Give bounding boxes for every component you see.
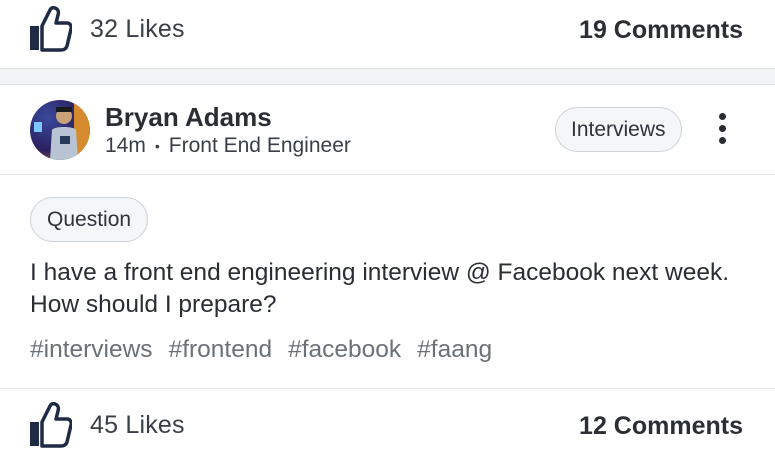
avatar[interactable] (30, 100, 90, 160)
previous-post-actions: 32 Likes 19 Comments (0, 0, 775, 64)
more-options-button[interactable] (708, 113, 736, 149)
post-meta: 14m • Front End Engineer (105, 134, 351, 158)
post-time: 14m (105, 134, 146, 157)
post-text: I have a front end engineering interview… (30, 259, 730, 318)
tag-frontend[interactable]: #frontend (169, 336, 273, 364)
meta-separator: • (154, 138, 160, 154)
post-type-badge: Question (30, 197, 149, 242)
comments-link[interactable]: 19 Comments (579, 16, 743, 45)
like-count: 45 Likes (90, 410, 185, 439)
dot-2 (718, 125, 726, 132)
author-role: Front End Engineer (168, 134, 351, 157)
vertical-dots-icon (718, 113, 726, 120)
like-button[interactable]: 32 Likes (28, 6, 185, 52)
thumbs-up-icon (30, 6, 72, 52)
avatar-image (30, 100, 90, 160)
like-count: 32 Likes (90, 14, 185, 43)
post-actions: 45 Likes 12 Comments (0, 396, 775, 450)
like-button[interactable]: 45 Likes (28, 402, 185, 448)
post-separator (0, 68, 775, 85)
post-tags: #interviews #frontend #facebook #faang (30, 336, 508, 364)
post-body: Question I have a front end engineering … (0, 176, 775, 389)
category-badge[interactable]: Interviews (555, 107, 682, 152)
dot-3 (718, 137, 726, 144)
thumbs-up-icon (30, 402, 72, 448)
tag-interviews[interactable]: #interviews (30, 336, 153, 364)
post-header: Bryan Adams 14m • Front End Engineer Int… (0, 85, 775, 175)
author-name[interactable]: Bryan Adams (105, 102, 272, 133)
comments-link[interactable]: 12 Comments (579, 412, 743, 441)
tag-facebook[interactable]: #facebook (288, 336, 401, 364)
tag-faang[interactable]: #faang (417, 336, 492, 364)
